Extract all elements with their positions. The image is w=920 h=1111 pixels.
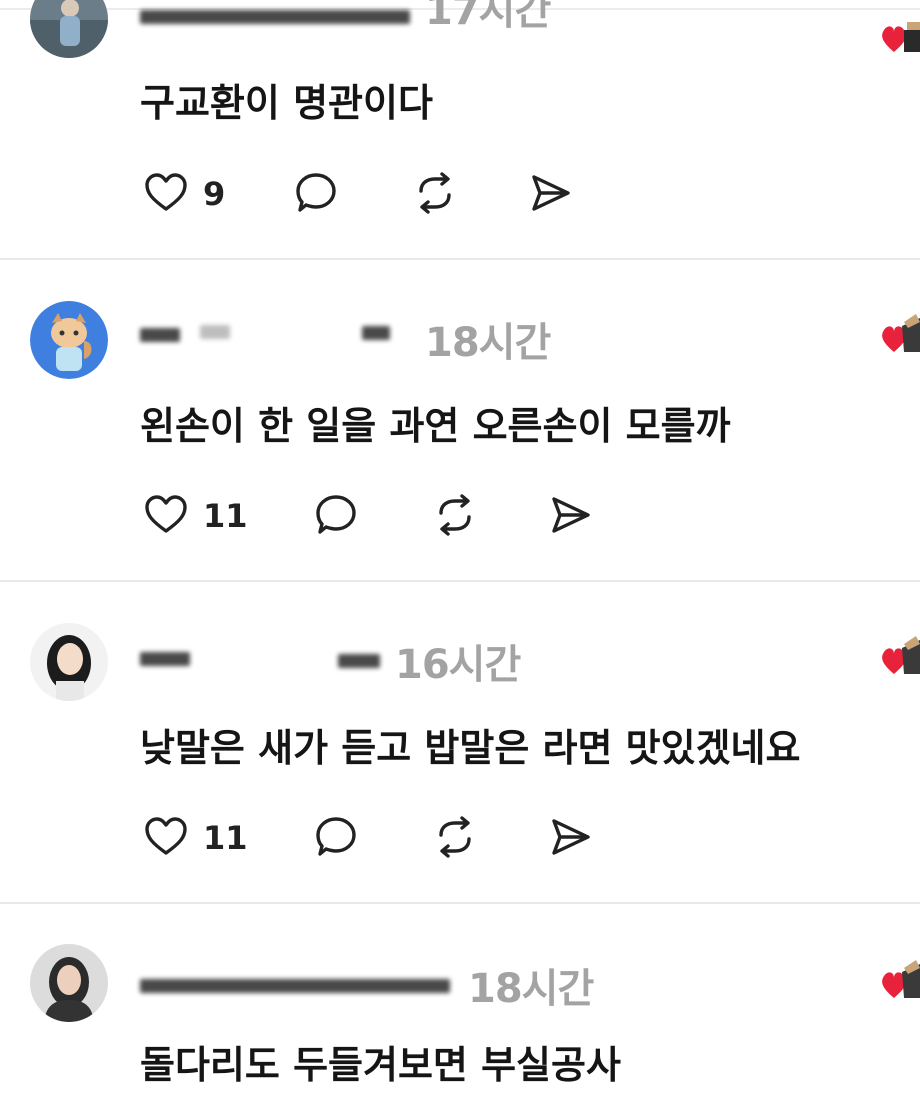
post-text: 돌다리도 두들겨보면 부실공사 xyxy=(140,1043,621,1087)
send-icon xyxy=(552,497,590,533)
post-time: 16시간 xyxy=(395,642,521,688)
reply-bubble-icon xyxy=(296,173,336,212)
avatar[interactable] xyxy=(30,944,108,1022)
heart-reaction-icon xyxy=(880,954,920,1010)
like-button[interactable] xyxy=(136,807,196,867)
post-text: 왼손이 한 일을 과연 오른손이 모를까 xyxy=(140,404,731,448)
username-redacted[interactable] xyxy=(200,325,230,339)
heart-icon xyxy=(145,817,187,855)
avatar[interactable] xyxy=(30,623,108,701)
share-button[interactable] xyxy=(540,485,600,545)
repost-icon xyxy=(419,172,451,214)
avatar[interactable] xyxy=(30,301,108,379)
repost-button[interactable] xyxy=(425,807,485,867)
avatar[interactable] xyxy=(30,0,108,58)
post-2: 18시간 왼손이 한 일을 과연 오른손이 모를까 11 xyxy=(0,260,920,580)
repost-button[interactable] xyxy=(405,163,465,223)
reply-bubble-icon xyxy=(316,495,356,534)
heart-reaction-icon xyxy=(880,630,920,686)
post-3: 16시간 낮말은 새가 듣고 밥말은 라면 맛있겠네요 11 xyxy=(0,582,920,902)
repost-button[interactable] xyxy=(425,485,485,545)
heart-reaction-icon xyxy=(880,8,920,64)
like-count: 11 xyxy=(203,497,248,535)
post-time: 18시간 xyxy=(468,966,594,1012)
like-button[interactable] xyxy=(136,485,196,545)
share-button[interactable] xyxy=(520,163,580,223)
post-4: 18시간 돌다리도 두들겨보면 부실공사 xyxy=(0,904,920,1111)
repost-icon xyxy=(439,816,471,858)
repost-icon xyxy=(439,494,471,536)
post-text: 낮말은 새가 듣고 밥말은 라면 맛있겠네요 xyxy=(140,726,801,770)
reply-button[interactable] xyxy=(286,163,346,223)
post-time: 17시간 xyxy=(425,0,551,34)
username-redacted[interactable] xyxy=(140,979,450,993)
share-button[interactable] xyxy=(540,807,600,867)
send-icon xyxy=(532,175,570,211)
reply-bubble-icon xyxy=(316,817,356,856)
username-redacted[interactable] xyxy=(140,10,410,24)
heart-reaction-icon xyxy=(880,308,920,364)
heart-icon xyxy=(145,495,187,533)
reply-button[interactable] xyxy=(306,485,366,545)
like-button[interactable] xyxy=(136,163,196,223)
post-1: 17시간 구교환이 명관이다 9 xyxy=(0,0,920,258)
like-count: 9 xyxy=(203,175,226,213)
send-icon xyxy=(552,819,590,855)
username-redacted[interactable] xyxy=(362,326,390,340)
username-redacted[interactable] xyxy=(140,652,190,666)
post-time: 18시간 xyxy=(425,320,551,366)
like-count: 11 xyxy=(203,819,248,857)
reply-button[interactable] xyxy=(306,807,366,867)
username-redacted[interactable] xyxy=(338,654,380,668)
heart-icon xyxy=(145,173,187,211)
post-text: 구교환이 명관이다 xyxy=(140,81,433,125)
username-redacted[interactable] xyxy=(140,328,180,342)
